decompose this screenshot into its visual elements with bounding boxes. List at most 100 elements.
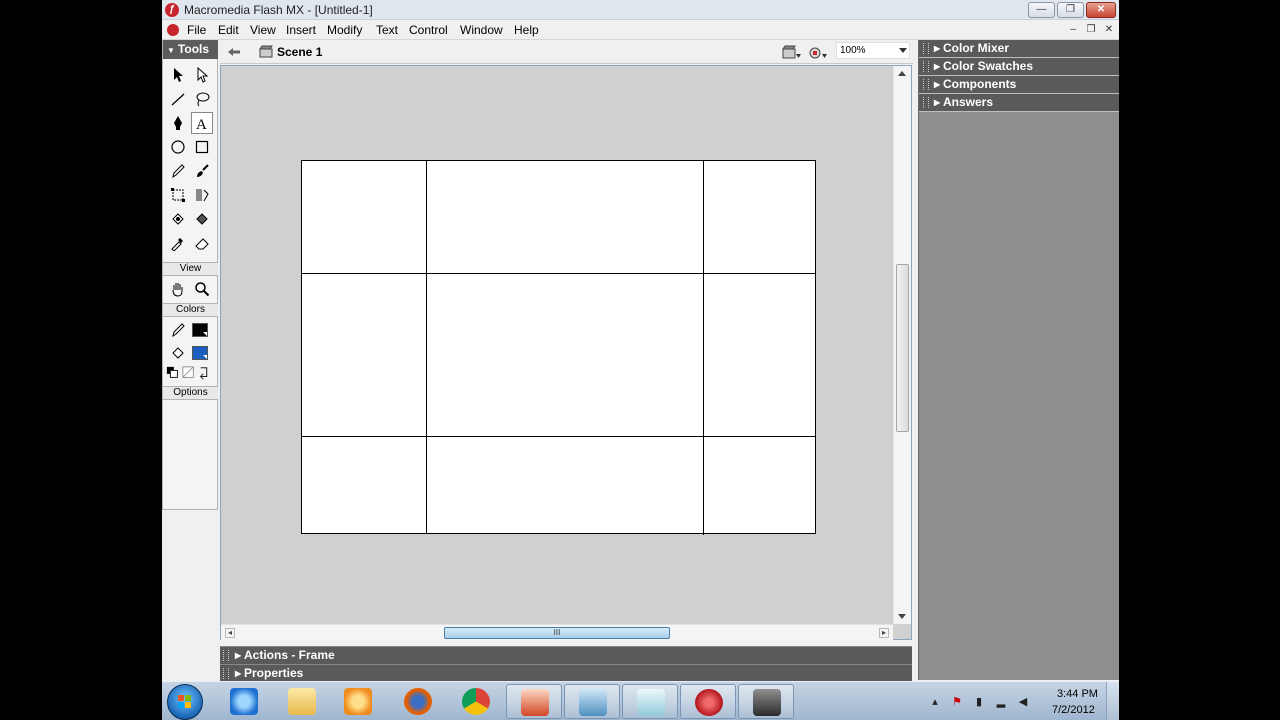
scroll-right-icon[interactable]: ▸ <box>879 628 889 638</box>
scroll-left-icon[interactable]: ◂ <box>225 628 235 638</box>
show-desktop-button[interactable] <box>1106 682 1119 720</box>
maximize-button[interactable]: ❐ <box>1057 2 1084 18</box>
fill-color-tool[interactable] <box>167 342 189 364</box>
stroke-color-tool[interactable] <box>167 319 189 341</box>
eyedropper-tool[interactable] <box>167 232 189 254</box>
menu-modify[interactable]: Modify <box>327 23 362 37</box>
vertical-scroll-thumb[interactable] <box>896 264 909 432</box>
arrow-tool[interactable] <box>167 64 189 86</box>
volume-icon[interactable]: ◀ <box>1016 695 1030 709</box>
components-panel[interactable]: ▶ Components <box>919 76 1119 94</box>
minimize-button[interactable]: — <box>1028 2 1055 18</box>
vertical-scrollbar[interactable] <box>893 66 911 624</box>
tools-panel-header[interactable]: ▼ Tools <box>163 40 218 59</box>
table-divider-horizontal[interactable] <box>302 436 815 437</box>
expand-arrow-icon[interactable]: ▶ <box>235 665 241 682</box>
menu-view[interactable]: View <box>250 23 276 37</box>
clock-date[interactable]: 7/2/2012 <box>1052 704 1095 716</box>
hand-tool[interactable] <box>167 278 189 300</box>
close-button[interactable]: ✕ <box>1086 2 1116 18</box>
line-tool[interactable] <box>167 88 189 110</box>
horizontal-scroll-thumb[interactable]: III <box>444 627 670 639</box>
menu-edit[interactable]: Edit <box>218 23 239 37</box>
edit-symbols-icon[interactable] <box>808 44 828 60</box>
table-divider-horizontal[interactable] <box>302 273 815 274</box>
panel-grip-icon[interactable] <box>223 650 229 661</box>
swap-colors-button[interactable] <box>197 365 213 381</box>
menu-help[interactable]: Help <box>514 23 539 37</box>
notepad-taskbar-button[interactable] <box>622 684 678 719</box>
actions-frame-panel[interactable]: ▶ Actions - Frame <box>220 646 912 664</box>
fill-transform-tool[interactable] <box>191 184 213 206</box>
menu-control[interactable]: Control <box>409 23 448 37</box>
properties-panel[interactable]: ▶ Properties <box>220 664 912 682</box>
paint-bucket-tool[interactable] <box>191 208 213 230</box>
rectangle-tool[interactable] <box>191 136 213 158</box>
stage-work-area[interactable]: ◂ III ▸ <box>220 65 912 640</box>
file-explorer-taskbar-button[interactable] <box>274 684 330 719</box>
expand-arrow-icon[interactable]: ▶ <box>934 94 940 111</box>
black-white-button[interactable] <box>165 365 181 381</box>
doc-minimize-button[interactable]: – <box>1066 24 1080 37</box>
text-tool[interactable]: A <box>191 112 213 134</box>
color-swatches-panel[interactable]: ▶ Color Swatches <box>919 58 1119 76</box>
subselect-tool[interactable] <box>191 64 213 86</box>
zoom-tool[interactable] <box>191 278 213 300</box>
edit-scene-icon[interactable] <box>782 44 802 60</box>
fill-color-swatch[interactable] <box>192 346 208 360</box>
title-bar[interactable]: ƒ Macromedia Flash MX - [Untitled-1] — ❐… <box>162 0 1119 20</box>
panel-grip-icon[interactable] <box>923 79 929 90</box>
lasso-tool[interactable] <box>191 88 213 110</box>
pencil-tool[interactable] <box>167 160 189 182</box>
clock-time[interactable]: 3:44 PM <box>1057 688 1098 700</box>
scene-label[interactable]: Scene 1 <box>277 45 322 59</box>
oval-tool[interactable] <box>167 136 189 158</box>
horizontal-scrollbar[interactable]: ◂ III ▸ <box>221 624 893 640</box>
answers-panel[interactable]: ▶ Answers <box>919 94 1119 112</box>
brush-tool[interactable] <box>191 160 213 182</box>
action-center-icon[interactable]: ⚑ <box>950 695 964 709</box>
flash-logo-icon[interactable]: ƒ <box>165 3 179 17</box>
expand-arrow-icon[interactable]: ▶ <box>235 647 241 664</box>
document-icon[interactable] <box>167 24 179 36</box>
menu-window[interactable]: Window <box>460 23 503 37</box>
photo-viewer-taskbar-button[interactable] <box>564 684 620 719</box>
free-transform-tool[interactable] <box>167 184 189 206</box>
scroll-up-icon[interactable] <box>898 71 906 76</box>
network-signal-icon[interactable]: ▂ <box>994 695 1008 709</box>
show-hidden-icons-icon[interactable]: ▴ <box>928 695 942 709</box>
color-mixer-panel[interactable]: ▶ Color Mixer <box>919 40 1119 58</box>
expand-arrow-icon[interactable]: ▶ <box>934 58 940 75</box>
ink-bottle-tool[interactable] <box>167 208 189 230</box>
powerpoint-taskbar-button[interactable] <box>506 684 562 719</box>
panel-grip-icon[interactable] <box>923 61 929 72</box>
eraser-tool[interactable] <box>191 232 213 254</box>
chrome-taskbar-button[interactable] <box>448 684 504 719</box>
panel-grip-icon[interactable] <box>923 43 929 54</box>
back-arrow-icon[interactable] <box>226 44 242 60</box>
panel-grip-icon[interactable] <box>923 97 929 108</box>
expand-arrow-icon[interactable]: ▶ <box>934 76 940 93</box>
panel-grip-icon[interactable] <box>223 668 229 679</box>
start-button[interactable] <box>167 684 203 720</box>
power-icon[interactable]: ▮ <box>972 695 986 709</box>
flash-mx-taskbar-button[interactable] <box>680 684 736 719</box>
menu-insert[interactable]: Insert <box>286 23 316 37</box>
table-divider-vertical[interactable] <box>426 161 427 533</box>
expand-arrow-icon[interactable]: ▶ <box>934 40 940 57</box>
menu-text[interactable]: Text <box>376 23 398 37</box>
stroke-color-swatch[interactable] <box>192 323 208 337</box>
camera-taskbar-button[interactable] <box>738 684 794 719</box>
doc-close-button[interactable]: ✕ <box>1102 24 1116 37</box>
menu-file[interactable]: File <box>187 23 206 37</box>
zoom-select[interactable]: 100% <box>836 42 910 59</box>
media-player-taskbar-button[interactable] <box>330 684 386 719</box>
doc-restore-button[interactable]: ❐ <box>1084 24 1098 37</box>
no-color-button[interactable] <box>181 365 197 381</box>
stage-canvas[interactable] <box>301 160 816 535</box>
pen-tool[interactable] <box>167 112 189 134</box>
scroll-down-icon[interactable] <box>898 614 906 619</box>
table-divider-vertical[interactable] <box>703 161 704 535</box>
internet-explorer-taskbar-button[interactable] <box>216 684 272 719</box>
firefox-taskbar-button[interactable] <box>390 684 446 719</box>
